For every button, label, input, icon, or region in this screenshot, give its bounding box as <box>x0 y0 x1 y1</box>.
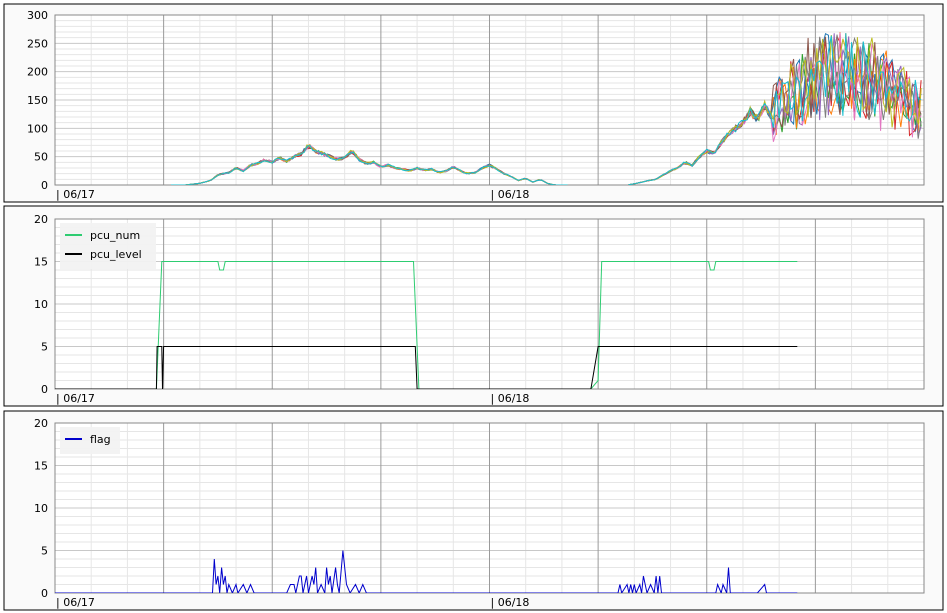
x-tick-label: | 06/17 <box>56 188 95 201</box>
x-tick-label: | 06/18 <box>491 596 530 609</box>
legend-label-pcu_num: pcu_num <box>90 229 140 242</box>
legend-label-pcu_level: pcu_level <box>90 248 142 261</box>
y-tick-label: 10 <box>34 502 48 515</box>
chart-panel-2: 0 5 10 15 20 | 06/17 | 06/18 pcu_num pcu_level <box>3 205 944 407</box>
x-tick-label: | 06/17 <box>56 596 95 609</box>
y-tick-label: 0 <box>41 179 48 192</box>
y-tick-label: 20 <box>34 213 48 226</box>
x-tick-label: | 06/18 <box>491 188 530 201</box>
y-tick-label: 100 <box>27 122 48 135</box>
legend-label-flag: flag <box>90 433 111 446</box>
y-tick-label: 200 <box>27 66 48 79</box>
chart-panel-3: 0 5 10 15 20 | 06/17 | 06/18 flag <box>3 410 944 611</box>
y-tick-label: 5 <box>41 341 48 354</box>
y-tick-label: 250 <box>27 37 48 50</box>
y-tick-label: 20 <box>34 417 48 430</box>
y-tick-label: 15 <box>34 460 48 473</box>
x-tick-label: | 06/17 <box>56 392 95 405</box>
charts-canvas: 050100150200250300| 06/17 | 06/1805101520… <box>3 3 944 611</box>
y-tick-label: 0 <box>41 587 48 600</box>
y-tick-label: 0 <box>41 383 48 396</box>
y-tick-label: 150 <box>27 94 48 107</box>
y-tick-label: 300 <box>27 9 48 22</box>
y-tick-label: 15 <box>34 256 48 269</box>
y-tick-label: 5 <box>41 545 48 558</box>
x-tick-label: | 06/18 <box>491 392 530 405</box>
y-tick-label: 10 <box>34 298 48 311</box>
y-tick-label: 50 <box>34 151 48 164</box>
chart-panel-1: 0 50 100 150 200 250 300 | 06/17 | 06/18 <box>3 3 944 203</box>
